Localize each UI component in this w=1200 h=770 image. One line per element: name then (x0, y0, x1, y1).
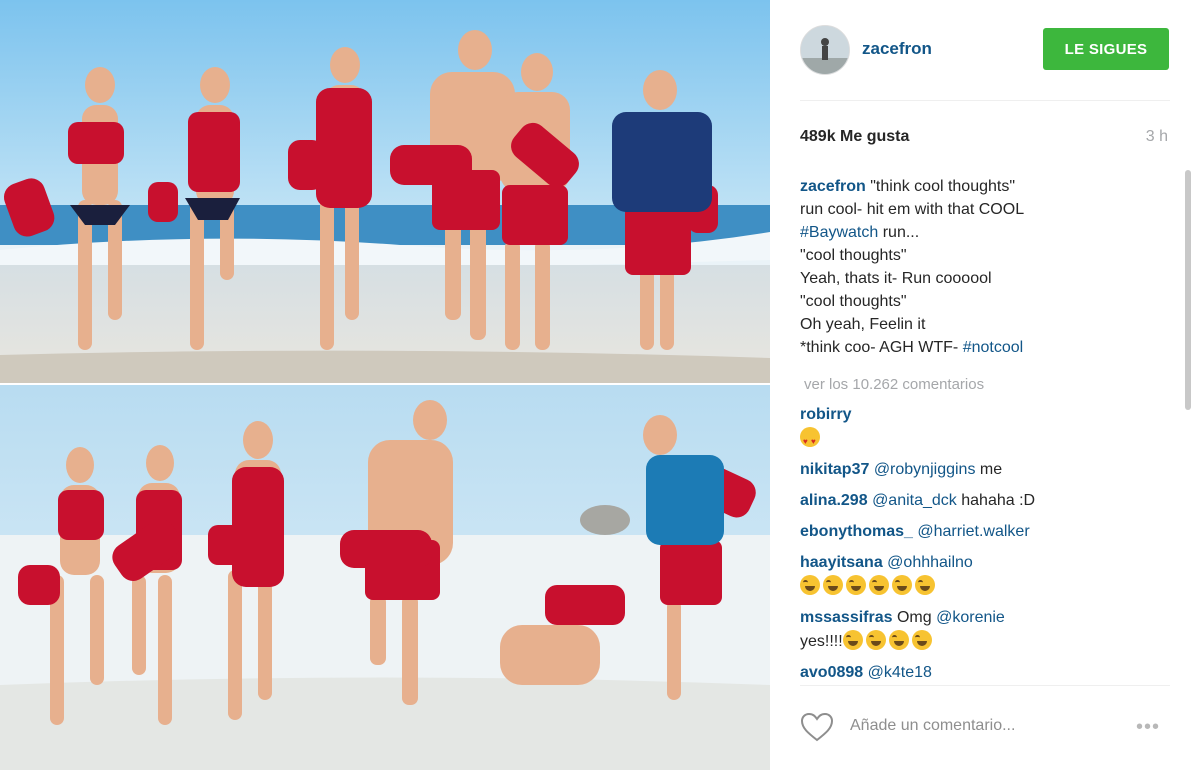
comment-item: mssassifras Omg @korenie yes!!!! (800, 606, 1175, 654)
photo-bottom-panel (0, 385, 770, 770)
more-options-icon[interactable]: ••• (1136, 716, 1160, 739)
comment-item: robirry (800, 403, 1175, 454)
caption: zacefron "think cool thoughts" run cool-… (800, 175, 1175, 359)
mention-link[interactable]: @ohhhailno (887, 554, 973, 571)
post-header: zacefron LE SIGUES (770, 0, 1200, 100)
following-button[interactable]: LE SIGUES (1043, 28, 1169, 70)
comment-username[interactable]: mssassifras (800, 609, 893, 626)
crying-laughing-emoji-icon (846, 575, 866, 595)
comment-item: avo0898 @k4te18 (800, 661, 1175, 685)
comment-username[interactable]: nikitap37 (800, 461, 869, 478)
divider (800, 100, 1170, 101)
comment-username[interactable]: haayitsana (800, 554, 883, 571)
comments-container: robirry nikitap37 @robynjiggins me alina.… (800, 403, 1175, 685)
photo-top-panel (0, 0, 770, 385)
scrollbar[interactable] (1185, 170, 1191, 410)
comment-username[interactable]: ebonythomas_ (800, 523, 913, 540)
comment-list: zacefron "think cool thoughts" run cool-… (800, 175, 1175, 685)
comment-item: ebonythomas_ @harriet.walker (800, 520, 1175, 544)
add-comment-input[interactable]: Añade un comentario... (850, 717, 1015, 735)
post-time[interactable]: 3 h (1146, 128, 1168, 146)
comment-text: me (975, 461, 1003, 478)
comment-item: nikitap37 @robynjiggins me (800, 458, 1175, 482)
crying-laughing-emoji-icon (842, 630, 863, 650)
avatar[interactable] (800, 25, 850, 75)
crying-laughing-emoji-icon (869, 575, 889, 595)
view-all-comments-link[interactable]: ver los 10.262 comentarios (804, 373, 1175, 396)
username-link[interactable]: zacefron (862, 39, 932, 59)
comment-username[interactable]: alina.298 (800, 492, 868, 509)
crying-laughing-emoji-icon (865, 630, 886, 650)
crying-laughing-emoji-icon (915, 575, 935, 595)
caption-username[interactable]: zacefron (800, 178, 866, 195)
post-photo[interactable] (0, 0, 770, 770)
caption-text: run... "cool thoughts" Yeah, thats it- R… (800, 224, 992, 356)
comment-text: yes!!!! (800, 633, 843, 650)
crying-laughing-emoji-icon (911, 630, 932, 650)
crying-laughing-emoji-icon (800, 575, 820, 595)
mention-link[interactable]: @k4te18 (868, 664, 932, 681)
crying-laughing-emoji-icon (892, 575, 912, 595)
mention-link[interactable]: @anita_dck (872, 492, 957, 509)
mention-link[interactable]: @korenie (936, 609, 1005, 626)
heart-eyes-emoji-icon (800, 427, 820, 454)
hashtag-link[interactable]: #notcool (963, 339, 1024, 356)
comment-item: alina.298 @anita_dck hahaha :D (800, 489, 1175, 513)
mention-link[interactable]: @harriet.walker (917, 523, 1029, 540)
crying-laughing-emoji-icon (823, 575, 843, 595)
mention-link[interactable]: @robynjiggins (874, 461, 976, 478)
comment-item: haayitsana @ohhhailno (800, 551, 1175, 599)
heart-icon[interactable] (800, 712, 834, 742)
comment-username[interactable]: robirry (800, 406, 852, 423)
comment-username[interactable]: avo0898 (800, 664, 863, 681)
crying-laughing-emoji-icon (888, 630, 909, 650)
like-count[interactable]: 489k Me gusta (800, 128, 909, 146)
comment-text: Omg (896, 609, 932, 626)
divider (800, 685, 1170, 686)
hashtag-link[interactable]: #Baywatch (800, 224, 878, 241)
comment-text: hahaha :D (956, 492, 1036, 509)
